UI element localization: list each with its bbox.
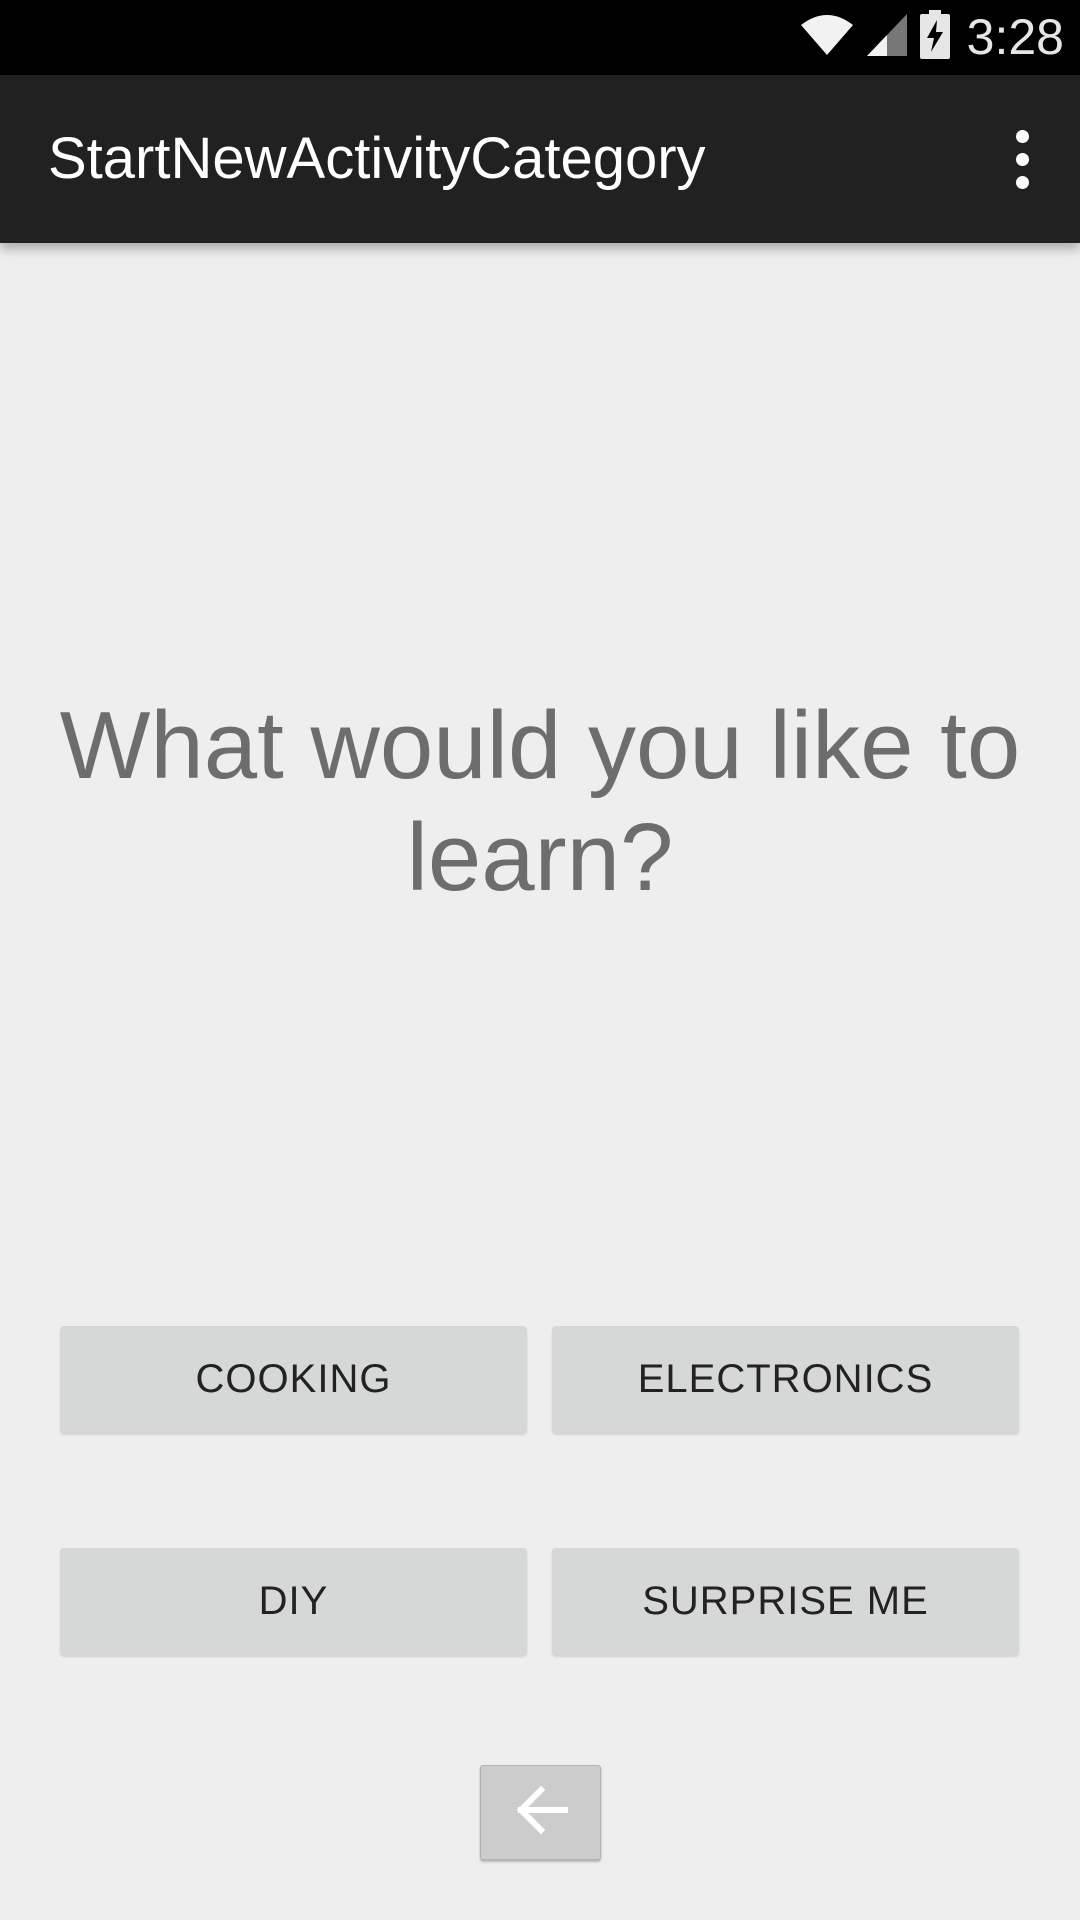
question-heading: What would you like to learn? — [59, 692, 1021, 911]
cell-signal-icon — [865, 12, 909, 63]
status-icons: 3:28 — [789, 0, 1064, 75]
cooking-button[interactable]: COOKING — [60, 1326, 527, 1433]
diy-button[interactable]: DIY — [60, 1548, 527, 1655]
app-bar: StartNewActivityCategory — [0, 75, 1080, 243]
arrow-left-icon — [513, 1785, 569, 1840]
status-time: 3:28 — [966, 9, 1064, 65]
overflow-menu-icon[interactable] — [994, 119, 1050, 199]
app-title: StartNewActivityCategory — [48, 126, 706, 191]
wifi-icon — [799, 13, 855, 62]
back-button[interactable] — [480, 1765, 601, 1860]
electronics-button[interactable]: ELECTRONICS — [552, 1326, 1019, 1433]
surprise-me-button[interactable]: SURPRISE ME — [552, 1548, 1019, 1655]
battery-charging-icon — [919, 10, 951, 65]
status-bar: 3:28 — [0, 0, 1080, 75]
